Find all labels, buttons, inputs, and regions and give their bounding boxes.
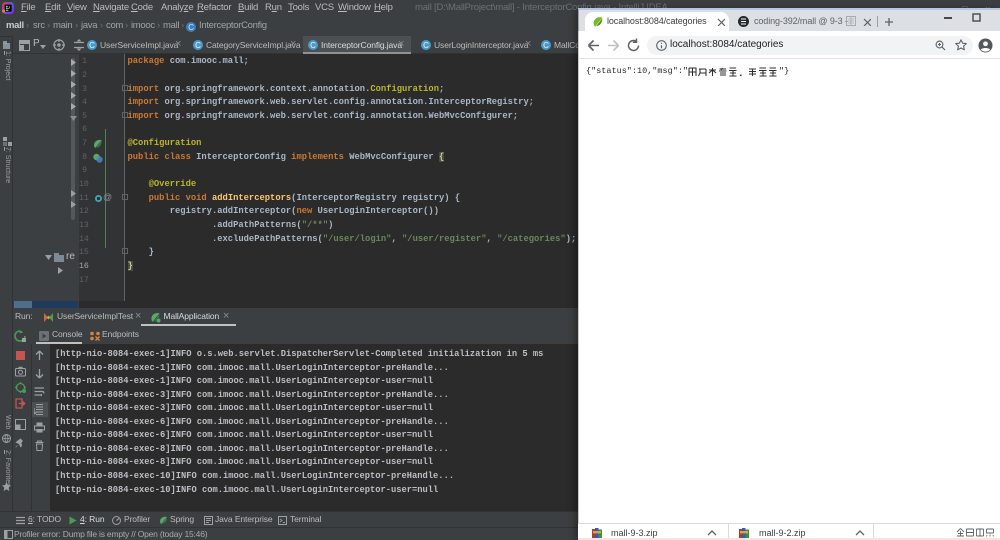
svg-text:C: C xyxy=(543,41,549,50)
svg-text:C: C xyxy=(89,41,95,50)
svg-text:C: C xyxy=(310,41,316,50)
svg-text:C: C xyxy=(188,23,194,32)
svg-text:C: C xyxy=(195,41,201,50)
svg-text:C: C xyxy=(423,41,429,50)
